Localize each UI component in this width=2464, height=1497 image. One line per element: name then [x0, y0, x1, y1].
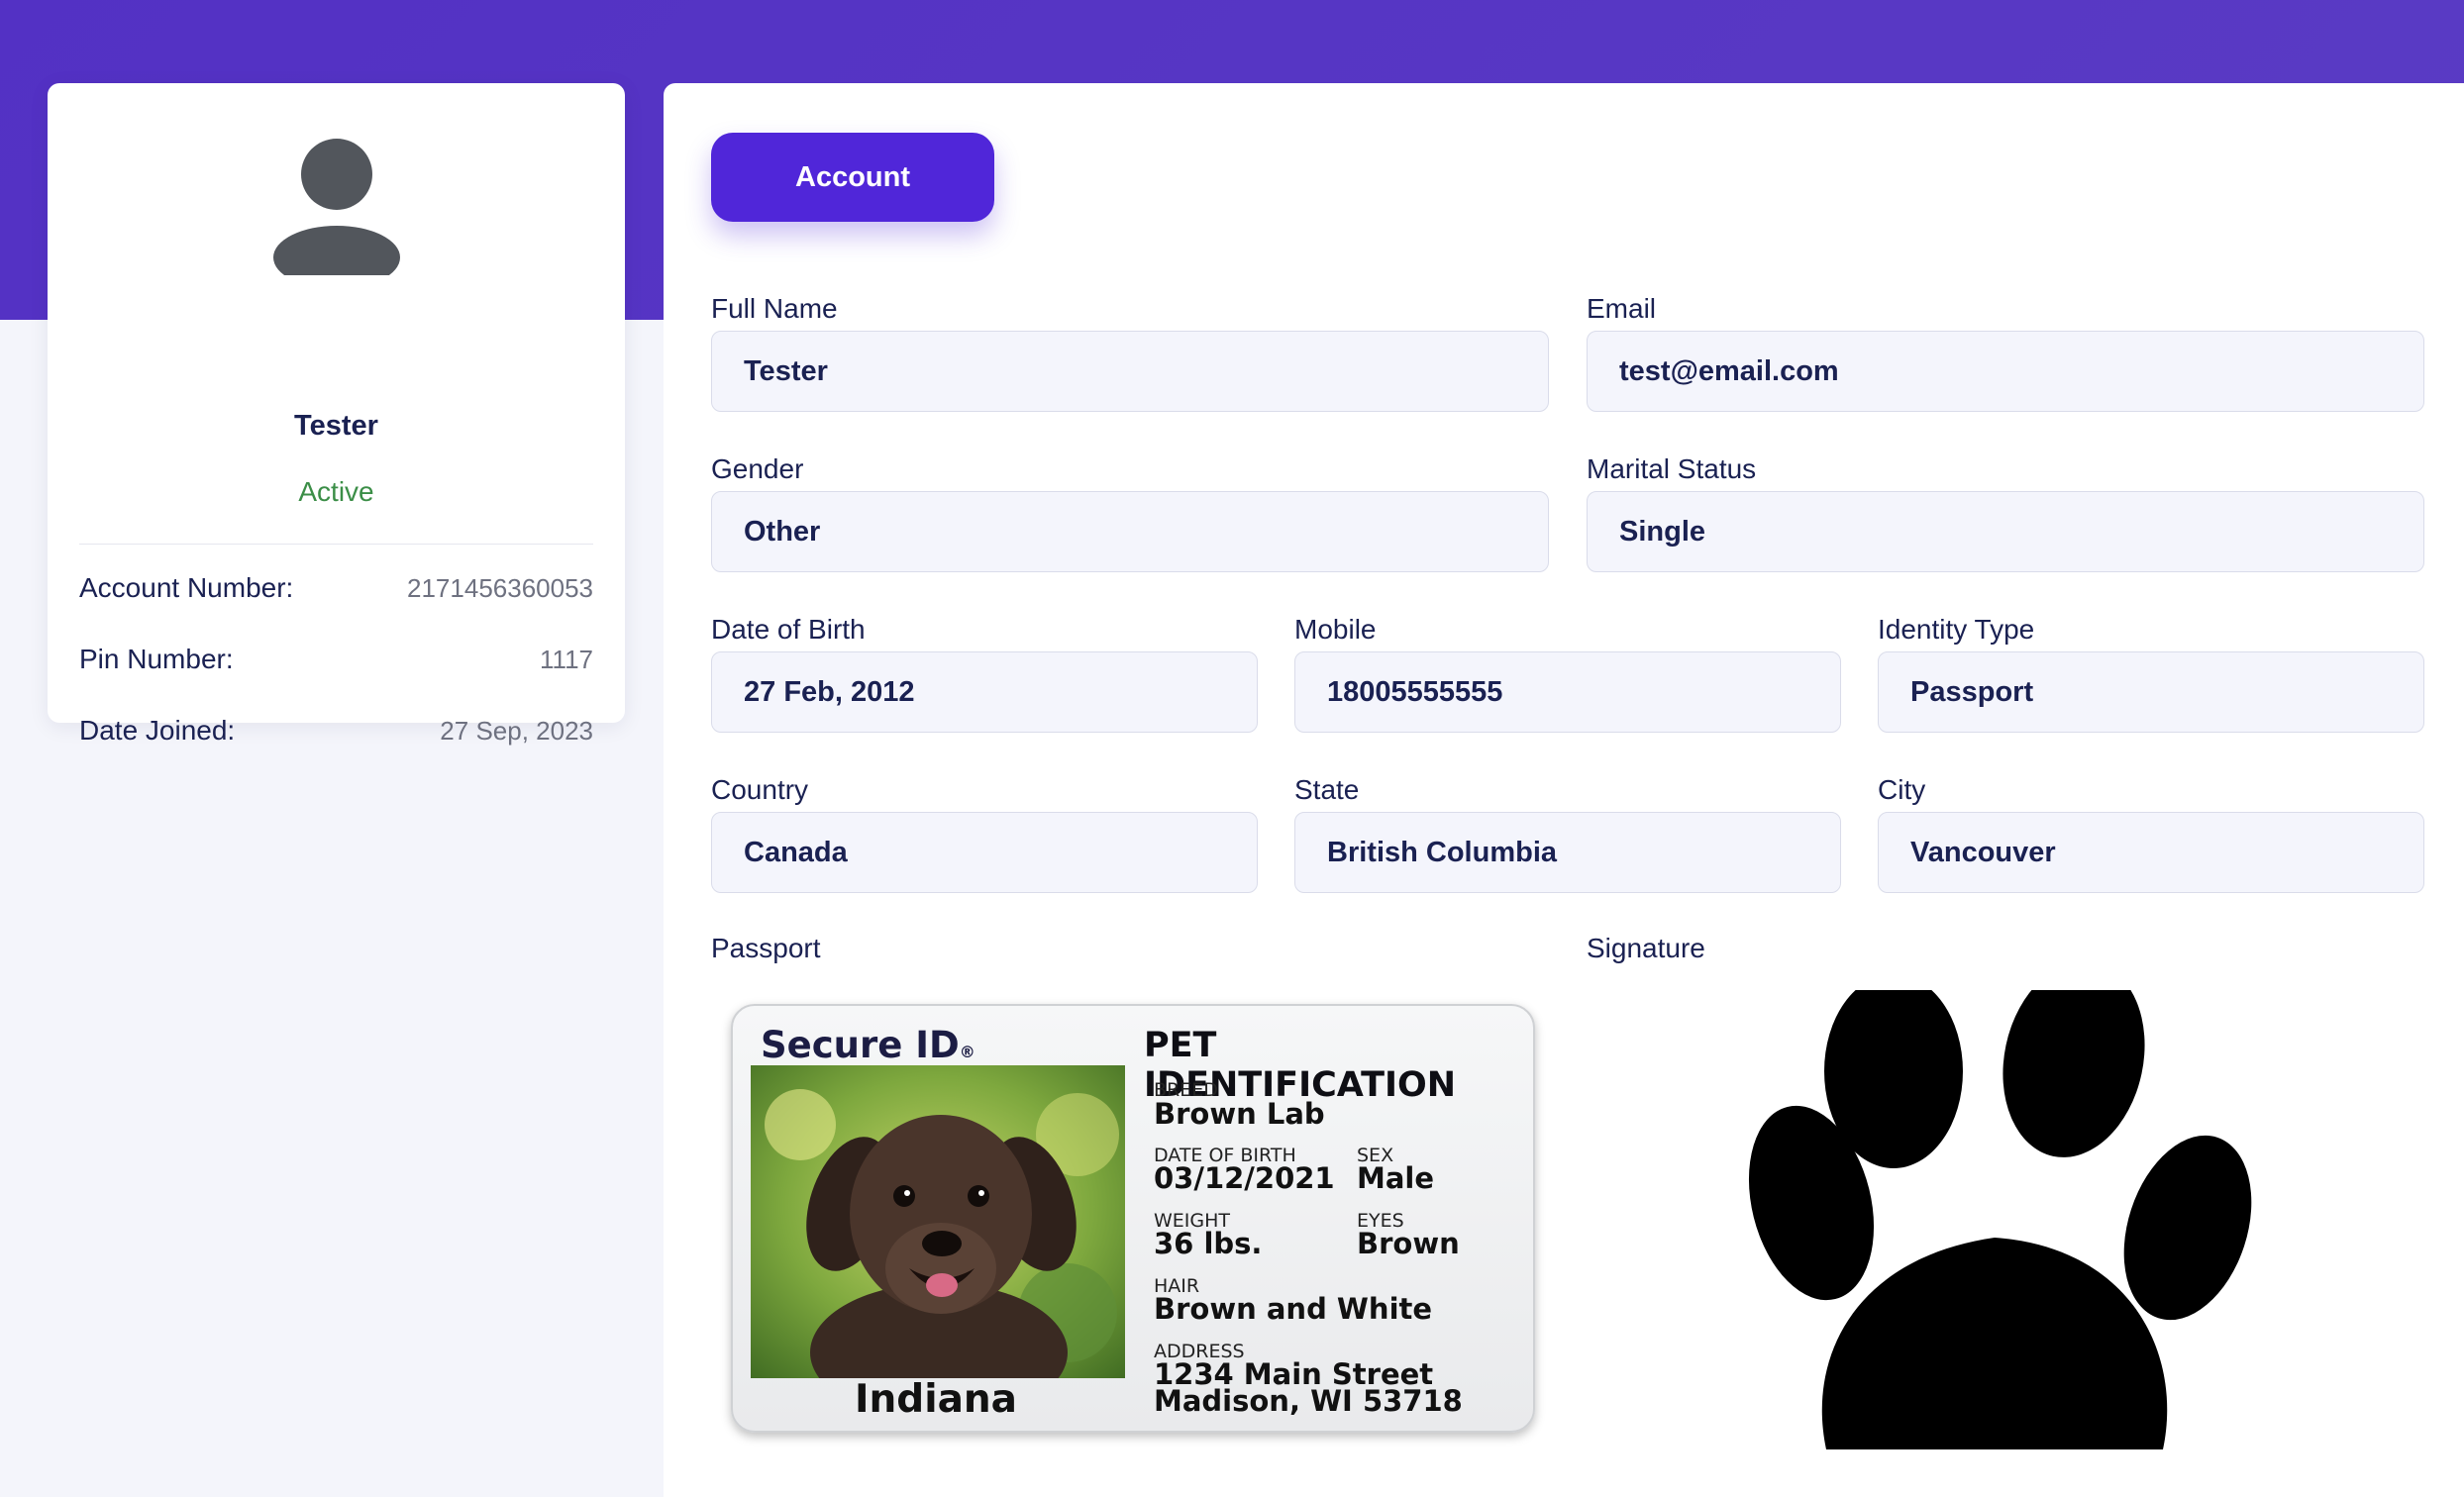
mobile-label: Mobile	[1294, 614, 1377, 645]
dob-value-id: 03/12/2021	[1154, 1161, 1335, 1195]
account-number-label: Account Number:	[79, 572, 294, 603]
mobile-field: Mobile 18005555555	[1294, 614, 1841, 733]
account-number-row: Account Number: 2171456360053	[79, 568, 593, 608]
date-joined-value: 27 Sep, 2023	[440, 715, 593, 746]
profile-name: Tester	[294, 410, 378, 442]
state-label: State	[1294, 774, 1360, 805]
address-line2: Madison, WI 53718	[1154, 1384, 1463, 1418]
weight-value: 36 lbs.	[1154, 1227, 1263, 1260]
city-label: City	[1878, 774, 1926, 805]
passport-label: Passport	[711, 933, 821, 963]
gender-field: Gender Other	[711, 453, 1549, 572]
full-name-field: Full Name Tester	[711, 293, 1549, 412]
email-input[interactable]: test@email.com	[1587, 331, 2424, 412]
state-input[interactable]: British Columbia	[1294, 812, 1841, 893]
gender-input[interactable]: Other	[711, 491, 1549, 572]
signature-label: Signature	[1587, 933, 1705, 963]
pin-number-row: Pin Number: 1117	[79, 640, 593, 679]
email-label: Email	[1587, 293, 1657, 324]
profile-card: Tester Active Account Number: 2171456360…	[48, 83, 625, 746]
full-name-input[interactable]: Tester	[711, 331, 1549, 412]
dog-photo	[751, 1065, 1125, 1378]
profile-status: Active	[298, 476, 374, 507]
paw-print-signature[interactable]	[1747, 990, 2302, 1449]
user-icon	[269, 139, 404, 287]
divider	[79, 544, 593, 545]
country-input[interactable]: Canada	[711, 812, 1258, 893]
sex-value: Male	[1357, 1161, 1435, 1195]
tab-account[interactable]: Account	[711, 133, 994, 222]
date-joined-row: Date Joined: 27 Sep, 2023	[79, 711, 593, 750]
account-number-value: 2171456360053	[407, 572, 593, 603]
marital-status-label: Marital Status	[1587, 453, 1757, 484]
dob-input[interactable]: 27 Feb, 2012	[711, 651, 1258, 733]
email-field: Email test@email.com	[1587, 293, 2424, 412]
identity-type-input[interactable]: Passport	[1878, 651, 2424, 733]
eyes-value: Brown	[1357, 1227, 1460, 1260]
dob-label: Date of Birth	[711, 614, 866, 645]
pin-number-label: Pin Number:	[79, 644, 234, 674]
marital-status-field: Marital Status Single	[1587, 453, 2424, 572]
city-input[interactable]: Vancouver	[1878, 812, 2424, 893]
gender-label: Gender	[711, 453, 804, 484]
state-field: State British Columbia	[1294, 774, 1841, 893]
hair-value: Brown and White	[1154, 1292, 1433, 1326]
date-joined-label: Date Joined:	[79, 715, 236, 746]
breed-value: Brown Lab	[1154, 1097, 1325, 1131]
dob-field: Date of Birth 27 Feb, 2012	[711, 614, 1258, 733]
pin-number-value: 1117	[540, 644, 593, 674]
identity-type-field: Identity Type Passport	[1878, 614, 2424, 733]
id-brand: Secure ID®	[761, 1024, 975, 1066]
marital-status-input[interactable]: Single	[1587, 491, 2424, 572]
city-field: City Vancouver	[1878, 774, 2424, 893]
id-state: Indiana	[855, 1377, 1017, 1422]
passport-image[interactable]: Secure ID® PET IDENTIFICATION Indiana BR…	[731, 1004, 1535, 1433]
mobile-input[interactable]: 18005555555	[1294, 651, 1841, 733]
identity-type-label: Identity Type	[1878, 614, 2035, 645]
full-name-label: Full Name	[711, 293, 838, 324]
country-label: Country	[711, 774, 809, 805]
country-field: Country Canada	[711, 774, 1258, 893]
